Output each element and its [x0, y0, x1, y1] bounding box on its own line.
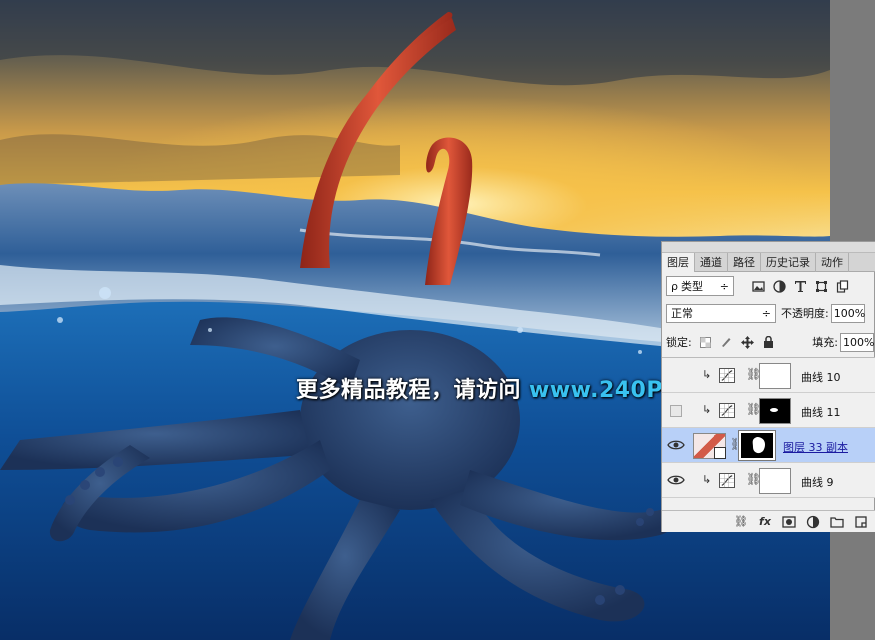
blend-mode-value: 正常 [671, 307, 693, 320]
layer-name[interactable]: 曲线 11 [801, 404, 841, 420]
pixel-filter-icon[interactable] [752, 280, 765, 293]
fill-field[interactable]: 100% [840, 332, 874, 352]
blend-row: 正常 ÷ 不透明度: 100% [666, 303, 874, 323]
filter-row: ρ 类型 ÷ [666, 275, 872, 297]
lock-row: 锁定: 填充: 100% [666, 332, 874, 352]
fx-icon[interactable]: fx [758, 515, 772, 529]
layer-list: ↳ ⛓ 曲线 10 ↳ ⛓ 曲线 11 ⛓ 图层 33 副本 ↳ ⛓ 曲线 9 [662, 357, 875, 510]
lock-pixels-icon[interactable] [720, 336, 732, 348]
layer-mask-thumbnail[interactable] [759, 363, 791, 389]
smart-object-filter-icon[interactable] [836, 279, 849, 293]
eye-icon[interactable] [667, 438, 685, 452]
opacity-field[interactable]: 100% [830, 303, 865, 323]
layer-name[interactable]: 曲线 9 [801, 474, 834, 490]
folder-icon[interactable] [830, 515, 844, 529]
lock-all-icon[interactable] [763, 336, 774, 348]
lock-position-icon[interactable] [740, 335, 754, 349]
tab-paths[interactable]: 路径 [728, 253, 761, 272]
opacity-label: 不透明度: [781, 307, 829, 320]
type-filter-icon[interactable] [794, 280, 807, 293]
add-mask-icon[interactable] [782, 515, 796, 529]
mask-shape [752, 437, 765, 454]
tab-channels[interactable]: 通道 [695, 253, 728, 272]
filter-kind-select[interactable]: ρ 类型 ÷ [666, 276, 734, 296]
layer-name[interactable]: 曲线 10 [801, 369, 841, 385]
adjustment-filter-icon[interactable] [773, 279, 786, 293]
link-icon[interactable]: ⛓ [734, 515, 748, 529]
clip-arrow-icon: ↳ [702, 473, 712, 486]
lock-transparency-icon[interactable] [699, 336, 711, 348]
layer-mask-thumbnail[interactable] [759, 398, 791, 424]
layer-row-curves-11[interactable]: ↳ ⛓ 曲线 11 [662, 393, 875, 428]
clip-arrow-icon: ↳ [702, 403, 712, 416]
tab-history[interactable]: 历史记录 [761, 253, 816, 272]
select-arrow-icon: ÷ [719, 279, 729, 293]
tab-actions[interactable]: 动作 [816, 253, 849, 272]
tab-layers[interactable]: 图层 [662, 253, 695, 272]
eye-icon[interactable] [667, 473, 685, 487]
curves-adjustment-icon [719, 368, 735, 383]
layer-mask-thumbnail[interactable] [738, 430, 776, 461]
panel-grip[interactable] [662, 242, 875, 253]
layer-row-curves-10[interactable]: ↳ ⛓ 曲线 10 [662, 358, 875, 393]
layer-row-layer-33-copy[interactable]: ⛓ 图层 33 副本 [662, 428, 875, 463]
clip-arrow-icon: ↳ [702, 368, 712, 381]
lock-label: 锁定: [666, 336, 692, 349]
blend-mode-select[interactable]: 正常 ÷ [666, 303, 776, 323]
layer-row-curves-9[interactable]: ↳ ⛓ 曲线 9 [662, 463, 875, 498]
adjustment-icon[interactable] [806, 515, 820, 529]
layers-bottom-toolbar: ⛓ fx [662, 510, 875, 532]
mask-shape [770, 408, 778, 412]
curves-adjustment-icon [719, 403, 735, 418]
select-arrow-icon: ÷ [761, 306, 771, 320]
layers-panel: 图层 通道 路径 历史记录 动作 ρ 类型 ÷ 正常 ÷ 不透明度: 100% … [661, 241, 875, 532]
search-icon: ρ [671, 279, 678, 293]
curves-adjustment-icon [719, 473, 735, 488]
panel-tabs: 图层 通道 路径 历史记录 动作 [662, 253, 875, 272]
smart-object-badge-icon [714, 447, 726, 459]
new-layer-icon[interactable] [854, 515, 868, 529]
fill-label: 填充: [812, 336, 838, 349]
shape-filter-icon[interactable] [815, 280, 828, 293]
filter-kind-label: 类型 [680, 280, 703, 293]
layer-name[interactable]: 图层 33 副本 [783, 439, 848, 455]
layer-mask-thumbnail[interactable] [759, 468, 791, 494]
visibility-toggle[interactable] [670, 405, 682, 417]
watermark-label: 更多精品教程，请访问 [296, 378, 522, 403]
